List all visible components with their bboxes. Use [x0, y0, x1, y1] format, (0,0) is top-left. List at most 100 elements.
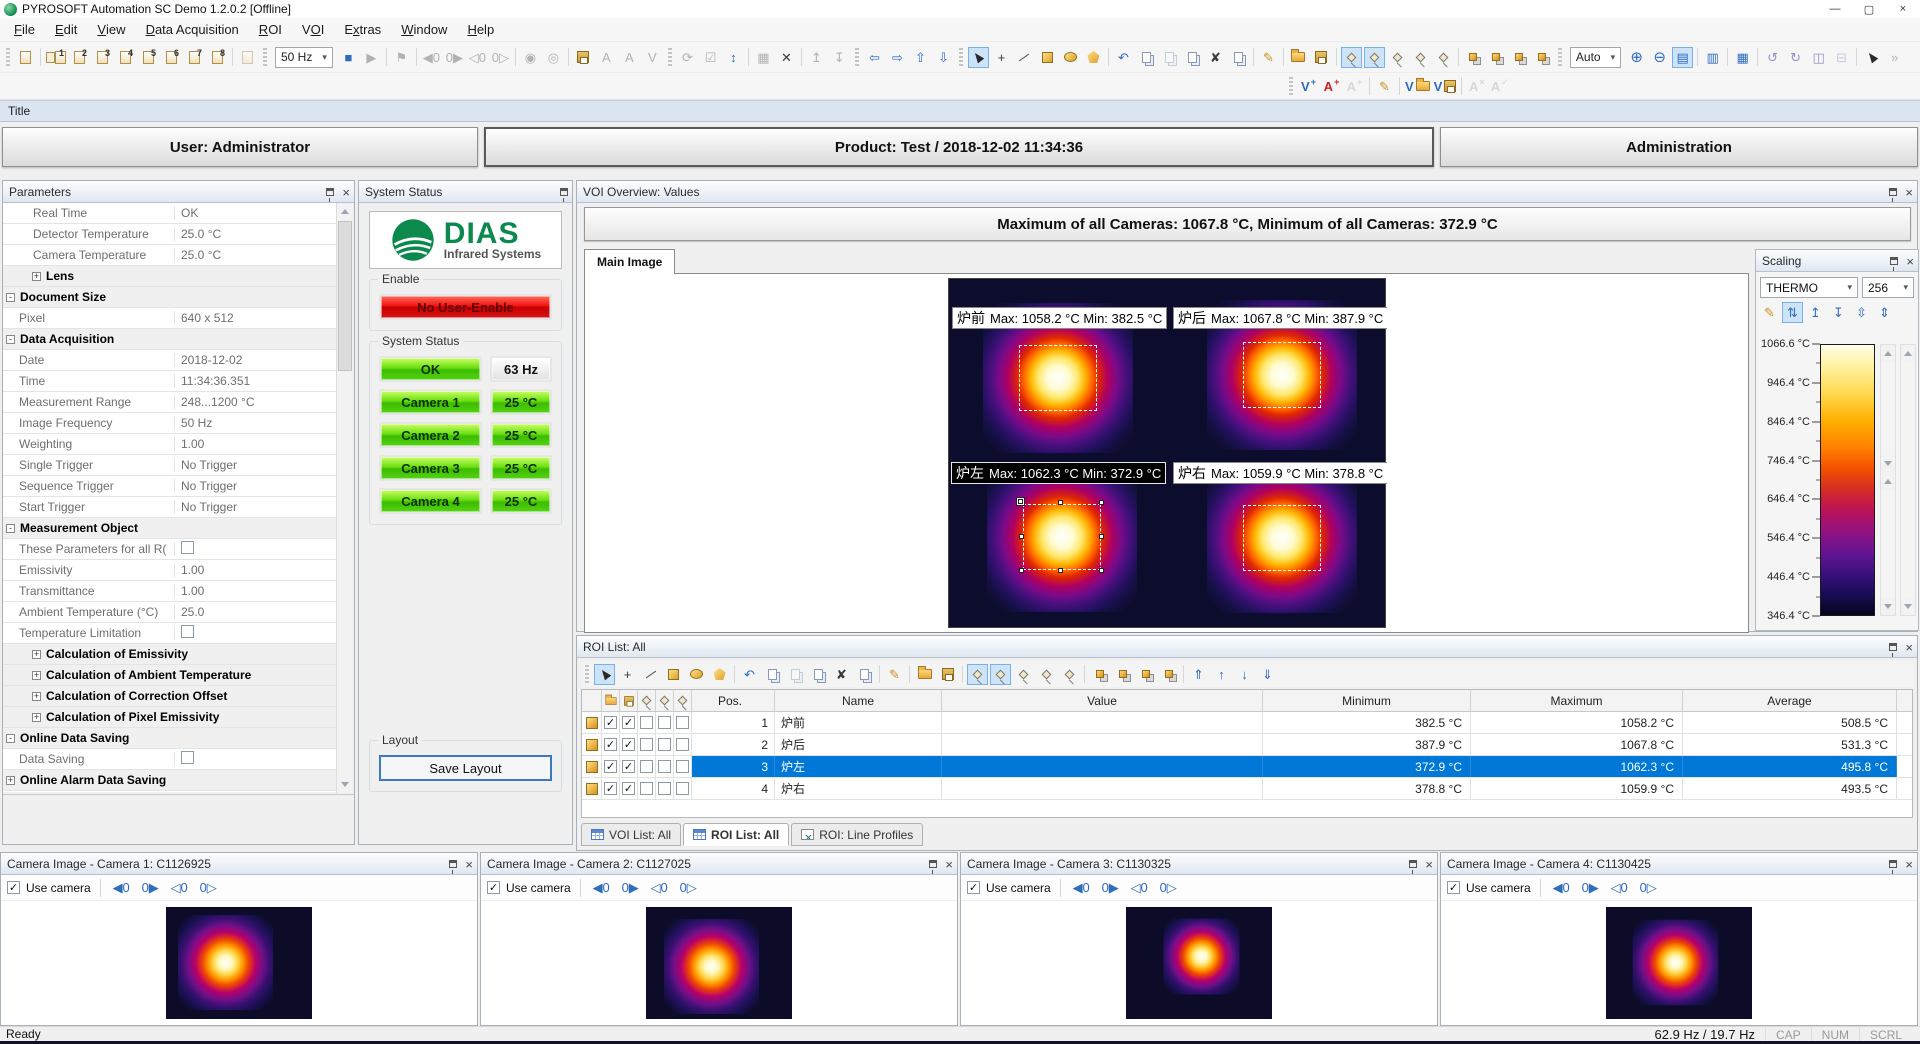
close-icon[interactable]: ×	[945, 858, 953, 871]
close-icon[interactable]: ×	[1905, 641, 1913, 654]
parameters-panel-header[interactable]: Parameters ×	[3, 181, 354, 203]
parameter-row[interactable]: Detector Temperature25.0 °C	[3, 224, 336, 245]
parameter-category-row[interactable]: -Measurement Object	[3, 518, 336, 539]
parameter-group-row[interactable]: +Calculation of Pixel Emissivity	[3, 707, 336, 728]
close-icon[interactable]: ×	[1425, 858, 1433, 871]
menu-data-acquisition[interactable]: Data Acquisition	[136, 18, 249, 42]
save-voi-icon[interactable]: V	[1433, 76, 1458, 97]
show-labels-icon[interactable]	[1341, 47, 1362, 68]
scale-shrink-icon[interactable]: ⇕	[1874, 302, 1895, 323]
move-up-icon[interactable]	[1509, 47, 1530, 68]
name-column-header[interactable]: Name	[775, 690, 942, 711]
parameter-row[interactable]: Start TriggerNo Trigger	[3, 497, 336, 518]
menu-voi[interactable]: VOI	[292, 18, 334, 42]
menu-roi[interactable]: ROI	[249, 18, 292, 42]
value-label-column-header[interactable]	[656, 690, 674, 711]
seq-forward-icon[interactable]: 0▶	[444, 47, 465, 68]
nav-right-icon[interactable]: ⇨	[887, 47, 908, 68]
rotate-preset4-icon[interactable]: 0▷	[1158, 877, 1179, 898]
toolbar-grip[interactable]	[668, 48, 672, 66]
pin-icon[interactable]	[1889, 643, 1897, 651]
maximum-column-header[interactable]: Maximum	[1471, 690, 1683, 711]
align-bottom-icon[interactable]: ↧	[829, 47, 850, 68]
collapse-icon[interactable]: -	[6, 293, 15, 302]
grid-icon[interactable]: ▦	[753, 47, 774, 68]
voi-delete-icon[interactable]: A×	[1466, 76, 1487, 97]
pin-icon[interactable]	[1889, 860, 1897, 868]
checkbox[interactable]: ✓	[622, 738, 635, 751]
bring-front-icon[interactable]	[1463, 47, 1484, 68]
maximize-icon[interactable]: ▢	[1852, 0, 1886, 18]
layout-4-icon[interactable]: 4	[115, 47, 136, 68]
menu-window[interactable]: Window	[391, 18, 457, 42]
administration-button[interactable]: Administration	[1440, 127, 1918, 167]
rotate-preset3-icon[interactable]: ◁0	[649, 877, 670, 898]
move-down-one-icon[interactable]: ↓	[1234, 664, 1255, 685]
pos-column-header[interactable]: Pos.	[692, 690, 775, 711]
undo-icon[interactable]: ↶	[739, 664, 760, 685]
roi-handle[interactable]	[1099, 568, 1104, 573]
layout-3-icon[interactable]: 3	[92, 47, 113, 68]
remove-label-icon[interactable]	[1433, 47, 1454, 68]
load-voi-icon[interactable]: V	[1404, 76, 1431, 97]
rotate-preset2-icon[interactable]: 0▶	[1100, 877, 1121, 898]
rotate-preset4-icon[interactable]: 0▷	[198, 877, 219, 898]
layout-2-icon[interactable]: 2	[69, 47, 90, 68]
label-column-header[interactable]	[638, 690, 656, 711]
paste-icon[interactable]	[1159, 47, 1180, 68]
parameter-row[interactable]: These Parameters for all R(	[3, 539, 336, 560]
toolbar-grip[interactable]	[959, 48, 963, 66]
paste-special-icon[interactable]	[808, 664, 829, 685]
polygon-roi-icon[interactable]	[709, 664, 730, 685]
bring-front-icon[interactable]	[1089, 664, 1110, 685]
scaling-panel-header[interactable]: Scaling ×	[1756, 250, 1918, 272]
rotate-preset3-icon[interactable]: ◁0	[1609, 877, 1630, 898]
rotate-preset1-icon[interactable]: ◀0	[111, 877, 132, 898]
roi-handle[interactable]	[1099, 500, 1104, 505]
checkbox[interactable]	[181, 751, 194, 764]
nav-up-icon[interactable]: ⇧	[910, 47, 931, 68]
checkbox[interactable]	[640, 760, 653, 773]
point-roi-icon[interactable]: +	[991, 47, 1012, 68]
roi-label-back[interactable]: 炉后Max: 1067.8 °C Min: 387.9 °C	[1173, 307, 1387, 329]
user-enable-button[interactable]: No User-Enable	[379, 294, 552, 320]
flip-horizontal-icon[interactable]: ◫	[1808, 47, 1829, 68]
rotate-preset2-icon[interactable]: 0▶	[620, 877, 641, 898]
pin-icon[interactable]	[560, 188, 568, 196]
parameter-row[interactable]: Emissivity1.00	[3, 560, 336, 581]
rotate-right-icon[interactable]: ↻	[1785, 47, 1806, 68]
parameter-row[interactable]: Weighting1.00	[3, 434, 336, 455]
pin-icon[interactable]	[326, 188, 334, 196]
checkbox[interactable]	[658, 760, 671, 773]
parameter-row[interactable]: Image Frequency50 Hz	[3, 413, 336, 434]
scroll-down-icon[interactable]	[337, 776, 353, 793]
checkbox[interactable]: ✓	[604, 760, 617, 773]
move-top-icon[interactable]: ⇑	[1188, 664, 1209, 685]
properties-icon[interactable]: ✎	[1258, 47, 1279, 68]
voi-overview-panel-header[interactable]: VOI Overview: Values ×	[577, 181, 1917, 203]
move-up-one-icon[interactable]: ↑	[1211, 664, 1232, 685]
point-roi-icon[interactable]: +	[617, 664, 638, 685]
sort-updown-icon[interactable]: ↕	[723, 47, 744, 68]
roi-table-row-selected[interactable]: ✓ ✓ 3 炉左 372.9 °C 1062.3 °C 495.8 °C	[582, 756, 1912, 778]
checkbox[interactable]: ✓	[622, 760, 635, 773]
polygon-roi-icon[interactable]	[1083, 47, 1104, 68]
checkbox[interactable]: ✓	[604, 782, 617, 795]
camera4-thermal-image[interactable]	[1606, 907, 1752, 1019]
layout-7-icon[interactable]: 7	[184, 47, 205, 68]
toolbar-grip[interactable]	[1558, 48, 1562, 66]
rotate-preset3-icon[interactable]: ◁0	[1129, 877, 1150, 898]
close-icon[interactable]: ×	[1905, 858, 1913, 871]
parameter-group-row[interactable]: +Calculation of Correction Offset	[3, 686, 336, 707]
minimize-icon[interactable]: —	[1818, 0, 1852, 18]
add-alarm2-icon[interactable]: A+	[1344, 76, 1365, 97]
tab-voi-list[interactable]: VOI List: All	[581, 823, 681, 846]
levels-combo[interactable]: 256▾	[1862, 277, 1914, 298]
add-label-icon[interactable]	[1013, 664, 1034, 685]
expand-icon[interactable]: +	[6, 776, 15, 785]
pixel-grid-icon[interactable]: ▦	[1732, 47, 1753, 68]
roi-label-right[interactable]: 炉右Max: 1059.9 °C Min: 378.8 °C	[1173, 462, 1387, 484]
scroll-up-icon[interactable]	[1881, 473, 1895, 490]
parameter-row[interactable]: Real TimeOK	[3, 203, 336, 224]
toolbar-grip[interactable]	[263, 48, 267, 66]
